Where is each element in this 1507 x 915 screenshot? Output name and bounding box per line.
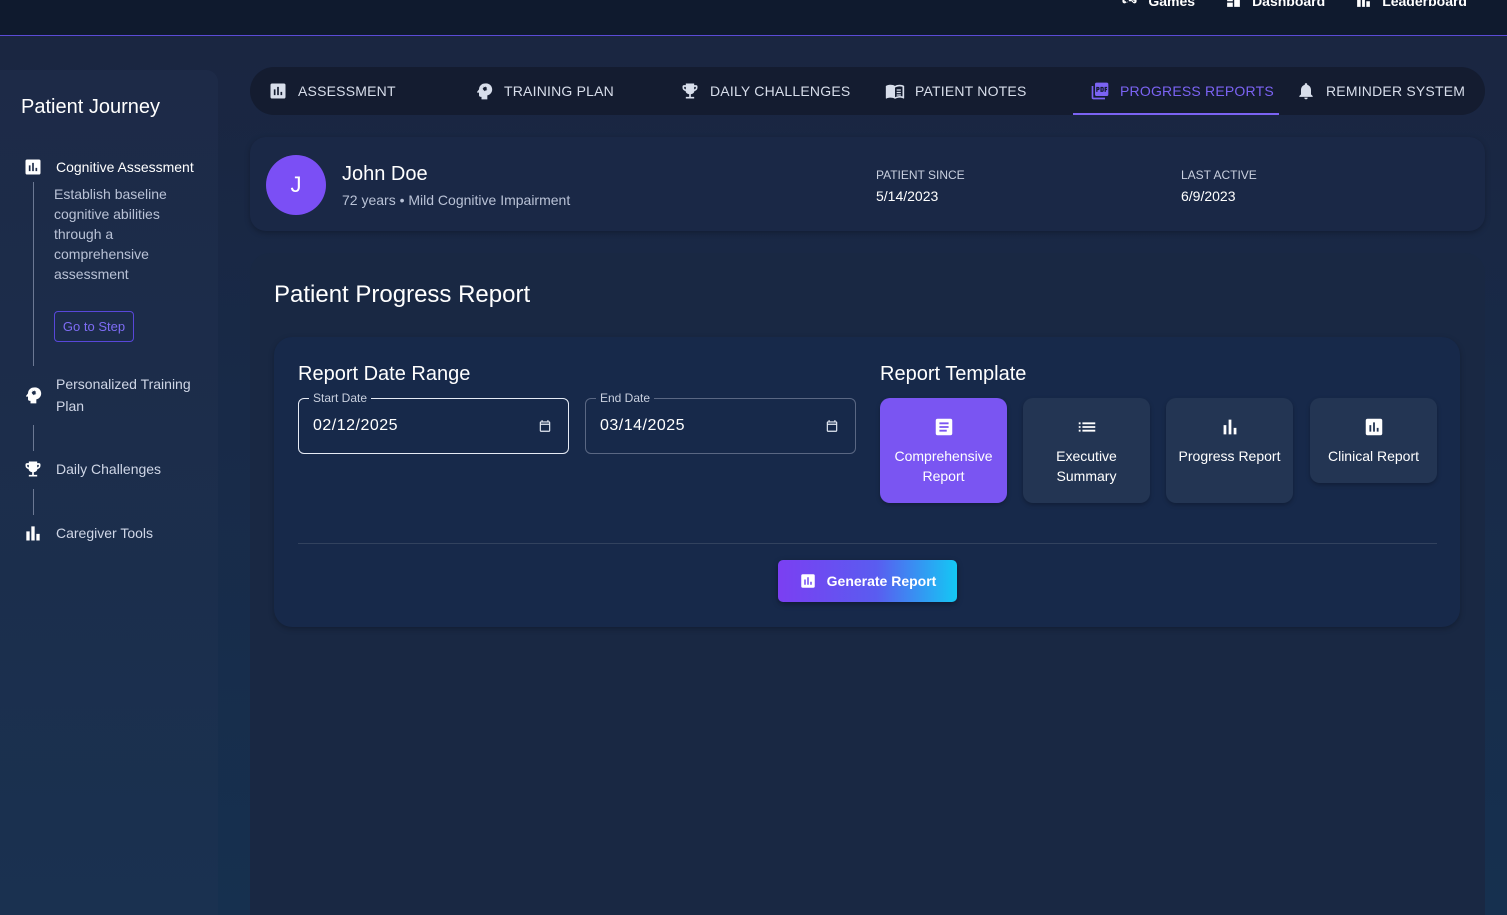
date-range-title: Report Date Range [298,363,471,385]
step-label: Personalized Training Plan [56,376,191,414]
start-date-field[interactable]: Start Date 02/12/2025 [298,391,569,454]
bar-chart-icon [1223,419,1236,435]
tab-reminder-system[interactable]: REMINDER SYSTEM [1296,67,1465,115]
step-connector [33,182,34,366]
page-title: Patient Progress Report [274,281,531,308]
start-date-label: Start Date [309,391,372,405]
trophy-icon [682,83,698,99]
step-label: Caregiver Tools [56,525,154,541]
sidebar-step-caregiver-tools[interactable]: Caregiver Tools [22,522,153,544]
sidebar-step-cognitive-assessment[interactable]: Cognitive Assessment [22,156,194,178]
tab-label: ASSESSMENT [298,83,396,99]
top-app-bar: Games Dashboard Leaderboard [0,0,1507,36]
template-executive-summary[interactable]: Executive Summary [1023,398,1150,503]
tab-daily-challenges[interactable]: DAILY CHALLENGES [680,67,850,115]
sidebar: Patient Journey Cognitive Assessment Est… [0,70,218,915]
step-connector [33,425,34,451]
divider [298,543,1437,544]
end-date-field[interactable]: End Date 03/14/2025 [585,391,856,454]
step-description: Establish baseline cognitive abilities t… [54,186,167,282]
start-date-value: 02/12/2025 [313,417,399,434]
patient-since-value: 5/14/2023 [876,188,939,204]
top-nav: Games Dashboard Leaderboard [1121,0,1507,9]
end-date-label: End Date [596,391,655,405]
tab-progress-reports[interactable]: PROGRESS REPORTS [1090,67,1274,115]
report-template-title: Report Template [880,363,1027,385]
template-label: Comprehensive Report [894,448,993,484]
template-progress-report[interactable]: Progress Report [1166,398,1293,503]
sidebar-step-daily-challenges[interactable]: Daily Challenges [22,458,161,480]
step-label: Cognitive Assessment [56,159,194,175]
calendar-icon[interactable] [538,419,552,433]
tab-label: REMINDER SYSTEM [1326,83,1466,99]
end-date-value: 03/14/2025 [600,417,686,434]
trophy-icon [22,458,44,480]
avatar: J [266,155,326,215]
book-icon [885,84,905,99]
topnav-dashboard[interactable]: Dashboard [1225,0,1325,9]
bar-chart-icon [22,522,44,544]
go-to-step-button[interactable]: Go to Step [54,311,134,342]
assessment-icon [800,574,815,588]
topnav-leaderboard-label: Leaderboard [1382,0,1467,9]
tab-label: TRAINING PLAN [504,83,614,99]
tab-label: PATIENT NOTES [915,83,1027,99]
patient-since-label: PATIENT SINCE [876,168,965,182]
report-panel: Patient Progress Report Report Date Rang… [250,253,1485,915]
tab-patient-notes[interactable]: PATIENT NOTES [885,67,1027,115]
assessment-icon [1365,418,1382,436]
template-clinical-report[interactable]: Clinical Report [1310,398,1437,483]
active-tab-indicator [1073,113,1279,115]
topnav-leaderboard[interactable]: Leaderboard [1355,0,1467,9]
brain-icon [22,384,44,406]
report-form-card: Report Date Range Start Date 02/12/2025 … [274,337,1460,627]
sidebar-title: Patient Journey [21,96,160,118]
calendar-icon[interactable] [825,419,839,433]
dashboard-icon [1227,0,1240,7]
template-label: Executive Summary [1056,448,1117,484]
tab-assessment[interactable]: ASSESSMENT [268,67,396,115]
step-label: Daily Challenges [56,461,162,477]
tab-label: DAILY CHALLENGES [710,83,851,99]
patient-name: John Doe [342,163,428,185]
tab-label: PROGRESS REPORTS [1120,83,1274,99]
sidebar-step-training-plan[interactable]: Personalized Training Plan [22,373,206,417]
generate-report-label: Generate Report [826,573,937,589]
patient-subtitle: 72 years • Mild Cognitive Impairment [342,192,571,208]
document-icon [935,418,952,436]
brain-icon [476,83,493,100]
topnav-games-label: Games [1148,0,1196,9]
assessment-icon [270,83,286,99]
patient-card: J John Doe 72 years • Mild Cognitive Imp… [250,137,1485,231]
topnav-games[interactable]: Games [1121,0,1195,9]
template-comprehensive-report[interactable]: Comprehensive Report [880,398,1007,503]
topnav-dashboard-label: Dashboard [1252,0,1326,9]
step-connector [33,489,34,515]
pdf-icon [1091,82,1109,100]
gamepad-icon [1122,0,1137,4]
last-active-value: 6/9/2023 [1181,188,1236,204]
list-icon [1078,422,1095,432]
main-tabs: ASSESSMENT TRAINING PLAN DAILY CHALLENGE… [250,67,1485,115]
last-active-label: LAST ACTIVE [1181,168,1257,182]
tab-training-plan[interactable]: TRAINING PLAN [474,67,614,115]
template-label: Clinical Report [1327,448,1420,464]
generate-report-button[interactable]: Generate Report [778,560,957,602]
leaderboard-icon [1357,0,1371,7]
chart-icon [22,156,44,178]
bell-icon [1299,83,1313,100]
template-label: Progress Report [1178,448,1281,464]
